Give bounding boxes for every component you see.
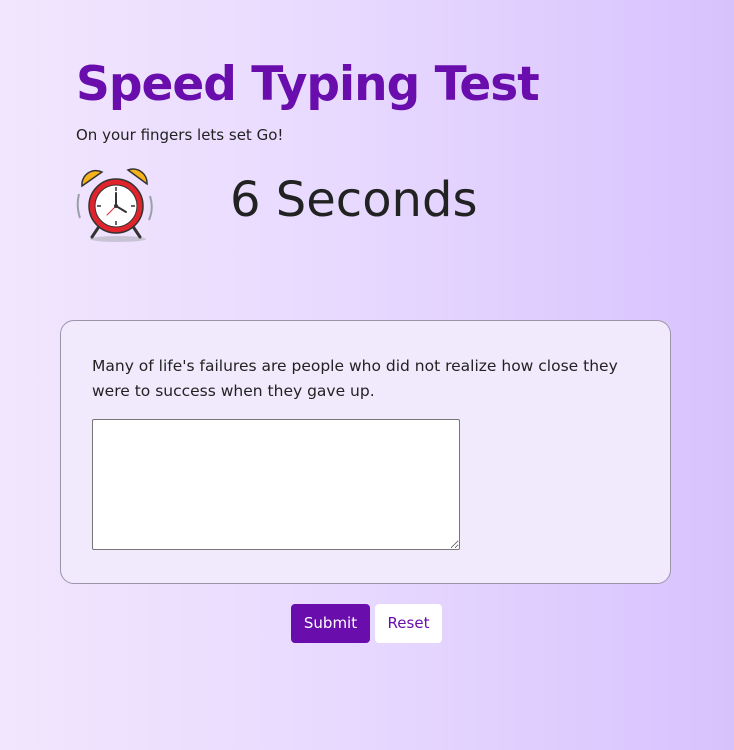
speed-typing-page: Speed Typing Test On your fingers lets s… xyxy=(0,0,734,750)
typing-test-card: Many of life's failures are people who d… xyxy=(60,320,671,584)
page-title: Speed Typing Test xyxy=(76,57,540,112)
page-subtitle: On your fingers lets set Go! xyxy=(76,126,284,144)
timer-display: 6 Seconds xyxy=(230,172,478,228)
reset-button[interactable]: Reset xyxy=(375,604,442,643)
alarm-clock-icon xyxy=(76,162,154,244)
quote-text: Many of life's failures are people who d… xyxy=(92,357,618,400)
submit-button[interactable]: Submit xyxy=(291,604,370,643)
typing-input[interactable] xyxy=(92,419,460,550)
